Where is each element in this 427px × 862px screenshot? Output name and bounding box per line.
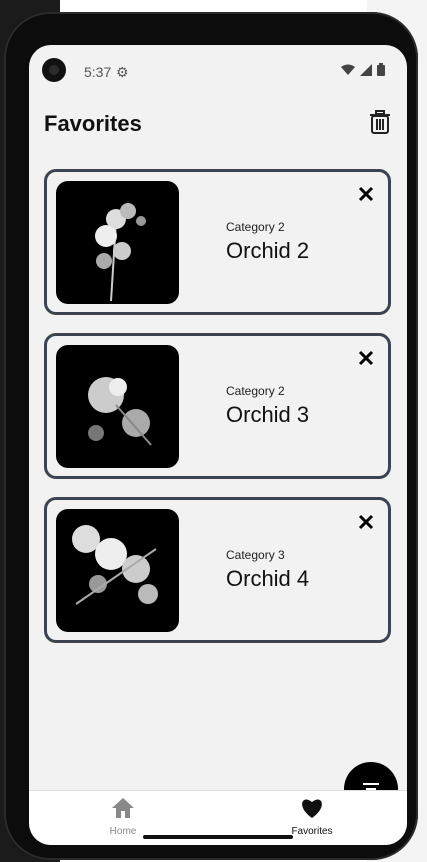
item-name: Orchid 2 (226, 238, 310, 263)
app-bar: Favorites (29, 97, 407, 149)
favorite-card[interactable]: Category 2 Orchid 2 (44, 169, 391, 315)
nav-item-home[interactable]: Home (63, 797, 183, 837)
status-bar: 5:37 ⚙ (29, 45, 407, 97)
favorite-card[interactable]: Category 3 Orchid 4 (44, 497, 391, 643)
item-category: Category 2 (226, 384, 285, 398)
battery-icon (377, 63, 385, 76)
clear-favorites-button[interactable] (365, 107, 395, 137)
trash-icon (370, 110, 390, 134)
settings-icon: ⚙ (116, 64, 129, 80)
orchid-image (56, 509, 179, 632)
favorites-list: Category 2 Orchid 2 Category 2 Orchid 3 (44, 169, 391, 661)
orchid-image (56, 345, 179, 468)
status-time: 5:37 (84, 64, 112, 80)
nav-item-favorites[interactable]: Favorites (252, 797, 372, 837)
item-category: Category 3 (226, 548, 285, 562)
item-name: Orchid 3 (226, 402, 310, 427)
heart-icon (302, 799, 322, 818)
item-name: Orchid 4 (226, 566, 310, 591)
phone-frame: 5:37 ⚙ Favorites Category 2 Orchid 2 Cat… (4, 12, 418, 860)
cell-signal-icon (360, 63, 372, 76)
favorite-card[interactable]: Category 2 Orchid 3 (44, 333, 391, 479)
home-icon (112, 798, 134, 818)
camera-cutout (42, 58, 66, 82)
wifi-icon (341, 64, 355, 75)
app-screen: 5:37 ⚙ Favorites Category 2 Orchid 2 Cat… (29, 45, 407, 845)
gesture-bar[interactable] (143, 835, 293, 839)
remove-favorite-button[interactable] (356, 184, 376, 204)
remove-favorite-button[interactable] (356, 512, 376, 532)
item-category: Category 2 (226, 220, 285, 234)
page-title: Favorites (44, 111, 142, 136)
system-icons (341, 63, 385, 76)
orchid-image (56, 181, 179, 304)
remove-favorite-button[interactable] (356, 348, 376, 368)
